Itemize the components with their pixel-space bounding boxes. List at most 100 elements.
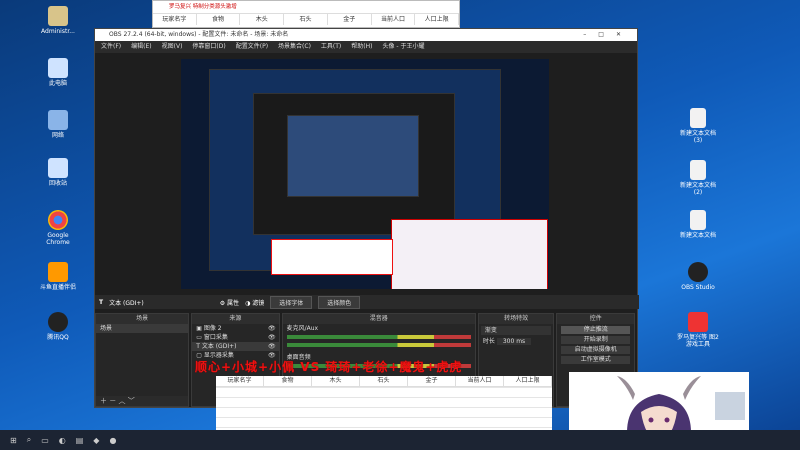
eye-icon[interactable]: 👁 xyxy=(268,333,279,342)
taskbar: ⊞ ⌕ ▭ ◐ ▤ ◆ ● xyxy=(0,430,800,450)
desktop-icon-obs[interactable]: OBS Studio xyxy=(676,262,720,291)
desktop-icon-qq[interactable]: 腾讯QQ xyxy=(36,312,80,341)
chrome-icon xyxy=(48,210,68,230)
col-gold: 金子 xyxy=(328,14,372,25)
maximize-icon[interactable]: □ xyxy=(598,31,616,38)
source-toolbar: T 文本 (GDI+) ⚙ 属性 ◑ 滤镜 选择字体 选择颜色 xyxy=(95,295,639,309)
eye-icon[interactable]: 👁 xyxy=(268,342,279,351)
select-color-button[interactable]: 选择颜色 xyxy=(318,295,361,309)
game-stats-panel: 罗马复兴 特制分类源头激增 玩家名字 食物 木头 石头 金子 当前人口 人口上限 xyxy=(152,0,460,28)
properties-button[interactable]: ⚙ 属性 xyxy=(220,298,239,307)
match-banner: 顺心+小城+小佩 VS 琦琦+老徐+魔鬼+虎虎 xyxy=(195,360,463,374)
start-recording-button[interactable]: 开始录制 xyxy=(561,336,630,344)
filters-button[interactable]: ◑ 滤镜 xyxy=(245,298,264,307)
duration-input[interactable]: 300 ms xyxy=(496,338,532,345)
menu-scene-collection[interactable]: 场景集合(C) xyxy=(278,41,311,53)
add-icon[interactable]: ＋ xyxy=(100,397,107,405)
sheet-col-pop: 当前人口 xyxy=(456,376,504,386)
remove-icon[interactable]: － xyxy=(109,397,116,405)
game-panel-header: 玩家名字 食物 木头 石头 金子 当前人口 人口上限 xyxy=(153,13,460,25)
text-file-icon xyxy=(690,210,706,230)
down-icon[interactable]: ﹀ xyxy=(128,397,135,405)
eye-icon[interactable]: 👁 xyxy=(268,324,279,333)
browser-icon[interactable]: ◐ xyxy=(59,436,66,445)
qq-penguin-icon xyxy=(48,312,68,332)
search-icon[interactable]: ⌕ xyxy=(27,435,31,445)
selected-source-name: 文本 (GDI+) xyxy=(109,299,144,307)
col-pop: 当前人口 xyxy=(372,14,416,25)
desktop-icon-network[interactable]: 网络 xyxy=(36,110,80,139)
minimize-icon[interactable]: – xyxy=(583,31,598,38)
text-file-icon xyxy=(690,108,706,128)
preview-avatar-overlay xyxy=(391,219,548,289)
windows-start-icon[interactable]: ⊞ xyxy=(10,436,17,445)
douyu-icon xyxy=(48,262,68,282)
scene-item[interactable]: 场景 xyxy=(96,324,189,333)
obs-titlebar[interactable]: OBS 27.2.4 (64-bit, windows) - 配置文件: 未命名… xyxy=(95,29,637,41)
source-item[interactable]: T 文本 (GDI+) 👁 xyxy=(192,342,279,351)
source-item[interactable]: ▣ 图像 2 👁 xyxy=(192,324,278,333)
nested-capture-3 xyxy=(287,115,419,197)
explorer-icon[interactable]: ▤ xyxy=(76,436,84,445)
window-controls: –□✕ xyxy=(583,29,633,41)
sheet-col-wood: 木头 xyxy=(312,376,360,386)
scenes-footer: ＋ － ︿ ﹀ xyxy=(96,396,189,406)
studio-mode-button[interactable]: 工作室模式 xyxy=(561,356,630,364)
game-panel-title: 罗马复兴 特制分类源头激增 xyxy=(169,4,237,10)
game-icon[interactable]: ◆ xyxy=(93,436,99,445)
sheet-col-gold: 金子 xyxy=(408,376,456,386)
menu-edit[interactable]: 编辑(E) xyxy=(131,41,151,53)
desktop-icon-recycle-bin[interactable]: 回收站 xyxy=(36,158,80,187)
menu-view[interactable]: 视图(V) xyxy=(162,41,183,53)
folder-icon xyxy=(48,6,68,26)
mic-volume-meter xyxy=(286,335,471,339)
close-icon[interactable]: ✕ xyxy=(616,31,633,38)
up-icon[interactable]: ︿ xyxy=(118,397,125,405)
col-player: 玩家名字 xyxy=(153,14,197,25)
desktop-icon-text-3[interactable]: 新建文本文档 (3) xyxy=(676,108,720,144)
stats-sheet: 玩家名字 食物 木头 石头 金子 当前人口 人口上限 xyxy=(216,376,552,437)
mixer-track-mic: 麦克风/Aux xyxy=(286,325,319,332)
game-tool-icon xyxy=(688,312,708,332)
task-view-icon[interactable]: ▭ xyxy=(41,436,49,445)
transitions-header: 转场特效 xyxy=(478,314,554,324)
obs-preview[interactable] xyxy=(181,59,549,289)
transition-duration-row: 时长 300 ms xyxy=(479,337,554,346)
source-item[interactable]: ▭ 窗口采集 👁 xyxy=(192,333,278,342)
desktop-icon-text-1[interactable]: 新建文本文档 xyxy=(676,210,720,239)
obs-window[interactable]: OBS 27.2.4 (64-bit, windows) - 配置文件: 未命名… xyxy=(94,28,639,408)
network-icon xyxy=(48,110,68,130)
selected-text-source[interactable] xyxy=(271,239,393,275)
sheet-col-pop-cap: 人口上限 xyxy=(504,376,552,386)
computer-icon xyxy=(48,58,68,78)
menu-avatar[interactable]: 头像 - 于王小耀 xyxy=(382,41,424,53)
desktop-icon-chrome[interactable]: Google Chrome xyxy=(36,210,80,246)
menu-file[interactable]: 文件(F) xyxy=(101,41,121,53)
menu-docks[interactable]: 停靠窗口(D) xyxy=(192,41,225,53)
menu-profile[interactable]: 配置文件(P) xyxy=(236,41,268,53)
controls-header: 控件 xyxy=(557,314,634,324)
obs-icon xyxy=(688,262,708,282)
col-pop-cap: 人口上限 xyxy=(415,14,460,25)
desktop-icon-admin[interactable]: Administr... xyxy=(36,6,80,35)
obs-taskbar-icon[interactable]: ● xyxy=(109,436,116,445)
select-font-button[interactable]: 选择字体 xyxy=(270,295,313,309)
obs-title: OBS 27.2.4 (64-bit, windows) - 配置文件: 未命名… xyxy=(109,31,289,38)
stop-streaming-button[interactable]: 停止推流 xyxy=(561,326,630,334)
scenes-dock: 场景 场景 ＋ － ︿ ﹀ xyxy=(95,313,190,407)
text-file-icon xyxy=(690,160,706,180)
mixer-header: 混音器 xyxy=(282,314,475,324)
menu-help[interactable]: 帮助(H) xyxy=(351,41,372,53)
menu-tools[interactable]: 工具(T) xyxy=(321,41,341,53)
desktop-icon-game-tool[interactable]: 罗马复兴等 图2游戏工具 xyxy=(676,312,720,348)
desktop-icon-douyu[interactable]: 斗鱼直播伴侣 xyxy=(36,262,80,291)
desktop-icon-text-2[interactable]: 新建文本文档 (2) xyxy=(676,160,720,196)
sources-header: 来源 xyxy=(192,314,279,324)
col-stone: 石头 xyxy=(284,14,328,25)
sheet-col-food: 食物 xyxy=(264,376,312,386)
desktop-icon-this-pc[interactable]: 此电脑 xyxy=(36,58,80,87)
mic-volume-slider[interactable] xyxy=(286,343,471,347)
image-icon: ▣ xyxy=(196,325,204,332)
virtual-camera-button[interactable]: 启动虚拟摄像机 xyxy=(561,346,630,354)
transition-select[interactable]: 渐变 xyxy=(480,326,552,335)
